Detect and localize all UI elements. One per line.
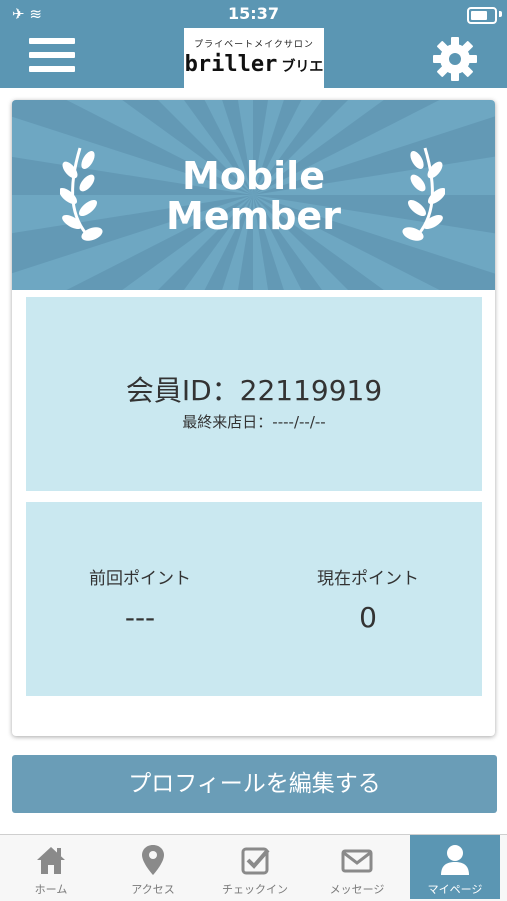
logo-name: briller ブリエ xyxy=(184,52,324,77)
tab-message-label: メッセージ xyxy=(329,883,385,896)
current-points: 現在ポイント 0 xyxy=(254,564,482,634)
logo-name-text: briller xyxy=(184,52,278,77)
battery-icon xyxy=(467,7,497,24)
check-square-icon xyxy=(241,847,270,875)
tab-bar: ホーム アクセス チェックイン メッセージ マイページ xyxy=(0,834,507,901)
previous-points: 前回ポイント --- xyxy=(26,564,254,634)
tab-home[interactable]: ホーム xyxy=(0,835,102,899)
banner-line2: Member xyxy=(166,194,341,238)
current-points-label: 現在ポイント xyxy=(317,569,419,589)
previous-points-value: --- xyxy=(124,601,156,634)
tab-checkin[interactable]: チェックイン xyxy=(204,835,306,899)
banner-title: Mobile Member xyxy=(12,156,495,236)
status-bar: ✈ ≋ 15:37 xyxy=(0,0,507,28)
logo: プライベートメイクサロン briller ブリエ xyxy=(184,28,324,88)
last-visit-value: ----/--/-- xyxy=(272,413,326,431)
tab-checkin-label: チェックイン xyxy=(222,883,288,896)
member-id-label: 会員ID： xyxy=(125,374,240,407)
member-id-line: 会員ID：22119919 xyxy=(26,369,482,409)
tab-mypage-label: マイページ xyxy=(427,883,483,896)
points-panel: 前回ポイント --- 現在ポイント 0 xyxy=(26,502,482,696)
tab-home-label: ホーム xyxy=(34,883,68,896)
tab-access[interactable]: アクセス xyxy=(102,835,204,899)
last-visit-label: 最終来店日： xyxy=(182,413,273,431)
banner-line1: Mobile xyxy=(182,154,325,198)
envelope-icon xyxy=(341,849,373,873)
logo-kana: ブリエ xyxy=(281,59,324,75)
member-banner: Mobile Member xyxy=(12,100,495,290)
gear-icon[interactable] xyxy=(432,36,478,82)
last-visit-line: 最終来店日：----/--/-- xyxy=(26,411,482,432)
map-pin-icon xyxy=(142,845,164,875)
hamburger-menu-icon[interactable] xyxy=(29,38,75,78)
status-time: 15:37 xyxy=(228,4,279,23)
tab-access-label: アクセス xyxy=(131,883,175,896)
member-id-value: 22119919 xyxy=(239,374,383,407)
home-icon xyxy=(37,847,65,874)
logo-subtitle: プライベートメイクサロン xyxy=(194,40,314,50)
previous-points-label: 前回ポイント xyxy=(89,569,191,589)
header: プライベートメイクサロン briller ブリエ xyxy=(0,28,507,88)
battery-tip xyxy=(499,11,502,17)
user-icon xyxy=(441,845,469,875)
member-id-panel: 会員ID：22119919 最終来店日：----/--/-- xyxy=(26,297,482,491)
tab-mypage[interactable]: マイページ xyxy=(410,835,500,899)
tab-message[interactable]: メッセージ xyxy=(306,835,408,899)
edit-profile-button[interactable]: プロフィールを編集する xyxy=(12,755,497,813)
member-card: Mobile Member 会員ID：22119919 最終来店日：----/-… xyxy=(12,100,495,736)
current-points-value: 0 xyxy=(359,601,377,634)
